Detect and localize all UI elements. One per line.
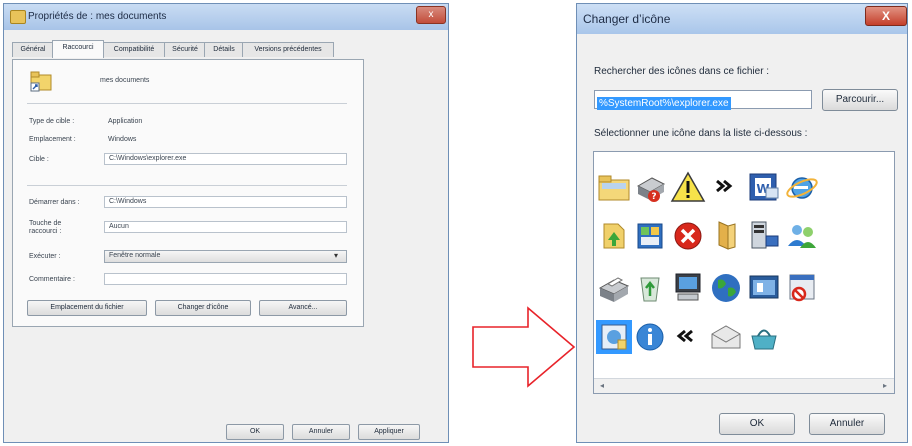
comment-label: Commentaire :	[29, 276, 75, 283]
properties-close-button[interactable]: x	[416, 6, 446, 24]
properties-dialog: Propriétés de : mes documents x Général …	[3, 3, 449, 443]
folder-up-icon[interactable]	[596, 218, 632, 252]
target-type-label: Type de cible :	[29, 118, 75, 125]
folder-icon[interactable]	[596, 170, 632, 204]
target-type-value: Application	[108, 118, 143, 125]
comment-input[interactable]	[104, 273, 347, 285]
error-icon[interactable]	[670, 218, 706, 252]
folder-icon	[10, 10, 26, 24]
start-in-input[interactable]: C:\Windows	[104, 196, 347, 208]
select-icon-label: Sélectionner une icône dans la liste ci-…	[594, 128, 808, 139]
start-in-label: Démarrer dans :	[29, 199, 80, 206]
shortcut-key-label: Touche de	[29, 220, 62, 227]
server-icon[interactable]	[746, 218, 782, 252]
tab-general[interactable]: Général	[12, 42, 54, 57]
run-select-value: Fenêtre normale	[109, 252, 161, 259]
ok-button[interactable]: OK	[226, 424, 284, 440]
separator	[27, 185, 347, 186]
basket-icon[interactable]	[746, 320, 782, 354]
tab-previous-versions[interactable]: Versions précédentes	[242, 42, 334, 57]
change-icon-button[interactable]: Changer d'icône	[155, 300, 251, 316]
computer-icon[interactable]	[670, 270, 706, 304]
network-window-icon[interactable]	[746, 270, 782, 304]
cancel-button[interactable]: Annuler	[809, 413, 885, 435]
search-icons-label: Rechercher des icônes dans ce fichier :	[594, 66, 770, 77]
tab-details[interactable]: Détails	[204, 42, 244, 57]
tab-shortcut[interactable]: Raccourci	[52, 40, 104, 58]
browse-button[interactable]: Parcourir...	[822, 89, 898, 111]
cancel-button[interactable]: Annuler	[292, 424, 350, 440]
folder-closed-icon[interactable]	[708, 218, 744, 252]
location-value: Windows	[108, 136, 137, 143]
warning-icon[interactable]	[670, 170, 706, 204]
shortcut-name: mes documents	[100, 77, 150, 84]
properties-titlebar: Propriétés de : mes documents x	[4, 4, 448, 30]
users-icon[interactable]	[784, 218, 820, 252]
open-file-location-button[interactable]: Emplacement du fichier	[27, 300, 147, 316]
internet-explorer-icon[interactable]	[784, 170, 820, 204]
tab-security[interactable]: Sécurité	[164, 42, 206, 57]
svg-text:?: ?	[651, 192, 656, 202]
chevron-down-icon: ▾	[334, 251, 339, 260]
horizontal-scrollbar[interactable]: ◂ ▸	[594, 378, 894, 393]
properties-title: Propriétés de : mes documents	[28, 11, 167, 22]
globe-icon[interactable]	[708, 270, 744, 304]
icon-file-path-value: %SystemRoot%\explorer.exe	[597, 97, 731, 110]
control-panel-icon[interactable]	[632, 218, 668, 252]
info-icon[interactable]	[632, 320, 668, 354]
right-arrow-icon	[472, 306, 576, 388]
shortcut-key-input[interactable]: Aucun	[104, 221, 347, 233]
location-label: Emplacement :	[29, 136, 76, 143]
change-icon-close-button[interactable]: X	[865, 6, 907, 26]
explorer-selected-icon[interactable]	[596, 320, 632, 354]
shortcut-tab-panel: mes documents Type de cible : Applicatio…	[12, 59, 364, 327]
shortcut-folder-icon	[30, 70, 52, 92]
target-label: Cible :	[29, 156, 49, 163]
printer-help-icon[interactable]: ?	[632, 170, 668, 204]
change-icon-title: Changer d’icône	[583, 12, 671, 26]
run-select[interactable]: Fenêtre normale ▾	[104, 250, 347, 263]
target-input[interactable]: C:\Windows\explorer.exe	[104, 153, 347, 165]
double-chevron-right-icon[interactable]	[708, 170, 744, 204]
apply-button[interactable]: Appliquer	[358, 424, 420, 440]
icon-list: ? W ◂ ▸	[593, 151, 895, 394]
ok-button[interactable]: OK	[719, 413, 795, 435]
run-label: Exécuter :	[29, 253, 61, 260]
advanced-button[interactable]: Avancé...	[259, 300, 347, 316]
change-icon-dialog: Changer d’icône X Rechercher des icônes …	[576, 3, 908, 443]
change-icon-titlebar: Changer d’icône X	[577, 4, 907, 34]
shortcut-key-label-2: raccourci :	[29, 228, 62, 235]
scroll-left-icon[interactable]: ◂	[597, 381, 607, 391]
double-chevron-left-icon[interactable]	[670, 320, 706, 354]
word-document-icon[interactable]: W	[746, 170, 782, 204]
recycle-bin-icon[interactable]	[632, 270, 668, 304]
scroll-right-icon[interactable]: ▸	[880, 381, 890, 391]
icon-file-path-input[interactable]: %SystemRoot%\explorer.exe	[594, 90, 812, 110]
separator	[27, 103, 347, 104]
disabled-window-icon[interactable]	[784, 270, 820, 304]
printer-icon[interactable]	[596, 270, 632, 304]
mail-icon[interactable]	[708, 320, 744, 354]
tab-compatibility[interactable]: Compatibilité	[102, 42, 166, 57]
